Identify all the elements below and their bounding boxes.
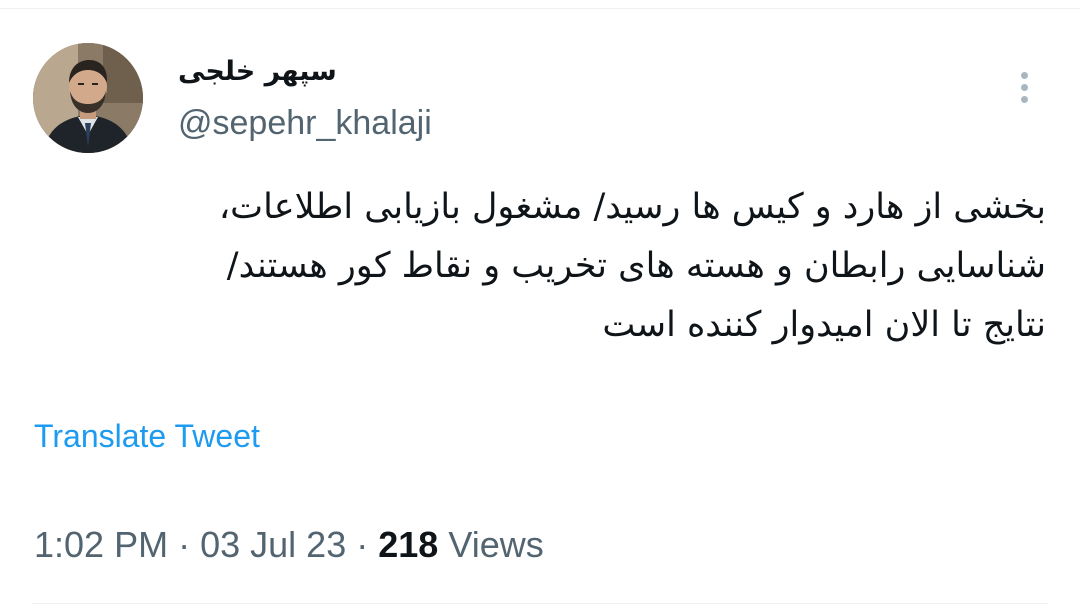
tweet-text-line: نتایج تا الان امیدوار کننده است	[602, 305, 1046, 345]
avatar[interactable]	[33, 43, 143, 153]
author-display-name[interactable]: سپهر خلجی	[178, 54, 478, 90]
views-label[interactable]: Views	[448, 524, 543, 565]
bottom-divider	[32, 603, 1048, 604]
tweet-time[interactable]: 1:02 PM	[34, 524, 168, 565]
top-divider	[0, 8, 1080, 9]
meta-separator: ·	[178, 524, 191, 565]
author-handle[interactable]: @sepehr_khalaji	[178, 101, 432, 145]
profile-photo-icon	[33, 43, 143, 153]
tweet-text-line: بخشی از هارد و کیس ها رسید/ مشغول بازیاب…	[218, 187, 1046, 227]
tweet-metadata: 1:02 PM · 03 Jul 23 · 218 Views	[34, 522, 544, 568]
tweet-text-line: شناسایی رابطان و هسته های تخریب و نقاط ک…	[226, 246, 1046, 286]
more-options-icon-dot	[1021, 84, 1028, 91]
translate-tweet-link[interactable]: Translate Tweet	[34, 414, 260, 458]
views-count[interactable]: 218	[378, 524, 438, 565]
more-options-icon-dot	[1021, 96, 1028, 103]
meta-separator: ·	[356, 524, 369, 565]
tweet-text: بخشی از هارد و کیس ها رسید/ مشغول بازیاب…	[34, 178, 1046, 355]
tweet-date[interactable]: 03 Jul 23	[200, 524, 346, 565]
more-options-icon	[1021, 72, 1028, 79]
more-options-button[interactable]	[1006, 66, 1042, 110]
